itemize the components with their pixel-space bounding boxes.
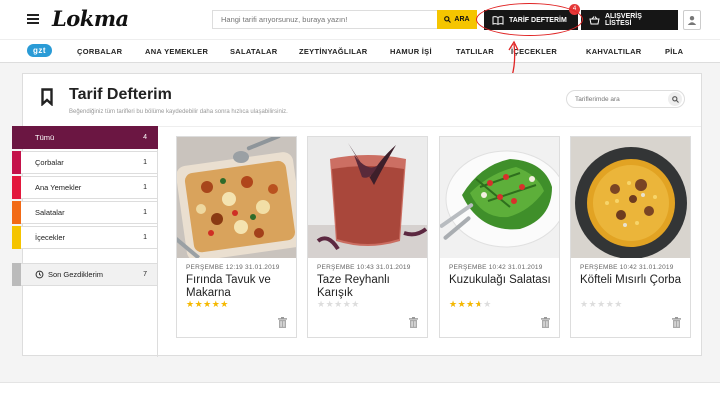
sidebar-item-label: Ana Yemekler xyxy=(35,183,82,192)
nav-item-zeytinyaglilar[interactable]: ZEYTİNYAĞLILAR xyxy=(299,47,368,56)
page-subtitle: Beğendiğiniz tüm tarifleri bu bölüme kay… xyxy=(69,109,288,115)
user-icon xyxy=(687,16,697,25)
category-color-bar xyxy=(12,151,21,174)
annotation-circle xyxy=(476,3,583,36)
tarif-defterim-panel: Tarif Defterim Beğendiğiniz tüm tarifler… xyxy=(12,73,702,357)
star-rating: ★★★★★ xyxy=(186,299,229,310)
delete-trash-icon[interactable] xyxy=(672,317,681,328)
recipe-image-baked-chicken-pasta[interactable] xyxy=(177,137,296,258)
star-rating-empty: ★★★★★ xyxy=(580,299,623,309)
search-button[interactable]: ARA xyxy=(437,10,477,29)
sidebar-item-corbalar[interactable]: Çorbalar 1 xyxy=(12,151,158,174)
site-logo[interactable]: Lokma xyxy=(52,6,129,31)
delete-trash-icon[interactable] xyxy=(541,317,550,328)
recipe-title[interactable]: Kuzukulağı Salatası xyxy=(449,274,554,287)
recipe-card[interactable]: PERŞEMBE 10:43 31.01.2019 Taze Reyhanlı … xyxy=(307,136,428,338)
nav-item-kahvaltilar[interactable]: KAHVALTILAR xyxy=(586,47,642,56)
sidebar-item-label: Tümü xyxy=(35,133,55,142)
recipe-card[interactable]: PERŞEMBE 10:42 31.01.2019 Köfteli Mısırl… xyxy=(570,136,691,338)
recipe-card[interactable]: PERŞEMBE 12:19 31.01.2019 Fırında Tavuk … xyxy=(176,136,297,338)
recipe-date: PERŞEMBE 12:19 31.01.2019 xyxy=(186,264,280,271)
delete-trash-icon[interactable] xyxy=(278,317,287,328)
sidebar-item-count: 1 xyxy=(143,184,147,191)
delete-trash-icon[interactable] xyxy=(409,317,418,328)
sidebar-item-label: Son Gezdiklerim xyxy=(48,270,104,279)
sidebar-item-tumu[interactable]: Tümü 4 xyxy=(12,126,158,149)
sidebar-item-label: Salatalar xyxy=(35,208,65,217)
page-title: Tarif Defterim xyxy=(69,86,172,103)
recipe-title[interactable]: Köfteli Mısırlı Çorba xyxy=(580,274,685,287)
star-rating-filled: ★★★★★ xyxy=(449,299,480,309)
search-input[interactable] xyxy=(212,10,437,29)
recipe-date: PERŞEMBE 10:43 31.01.2019 xyxy=(317,264,411,271)
star-rating: ★★★★★ xyxy=(580,299,623,310)
top-bar: Lokma ARA TARİF DEFTERİM 4 ALIŞVERİŞ LİS… xyxy=(0,0,720,39)
sidebar-item-count: 1 xyxy=(143,234,147,241)
sidebar-item-count: 1 xyxy=(143,209,147,216)
nav-item-corbalar[interactable]: ÇORBALAR xyxy=(77,47,122,56)
bookmark-icon xyxy=(41,88,53,106)
sidebar-item-son-gezdiklerim[interactable]: Son Gezdiklerim 7 xyxy=(12,263,158,286)
nav-item-salatalar[interactable]: SALATALAR xyxy=(230,47,277,56)
hamburger-menu-icon[interactable] xyxy=(27,14,39,24)
search-icon xyxy=(444,16,452,23)
category-color-bar xyxy=(12,126,21,149)
recipe-card[interactable]: PERŞEMBE 10:42 31.01.2019 Kuzukulağı Sal… xyxy=(439,136,560,338)
search-button-label: ARA xyxy=(454,16,470,23)
star-rating: ★★★★★ xyxy=(317,299,360,310)
star-rating-empty: ★★★★★ xyxy=(317,299,360,309)
category-nav: gzt ÇORBALAR ANA YEMEKLER SALATALAR ZEYT… xyxy=(0,39,720,63)
sidebar-item-count: 1 xyxy=(143,159,147,166)
recipe-date: PERŞEMBE 10:42 31.01.2019 xyxy=(449,264,543,271)
recipe-image-meatball-corn-soup[interactable] xyxy=(571,137,690,258)
category-color-bar xyxy=(12,176,21,199)
recipe-image-basil-drink[interactable] xyxy=(308,137,427,258)
recipe-title[interactable]: Taze Reyhanlı Karışık xyxy=(317,274,422,300)
shopping-list-button[interactable]: ALIŞVERİŞ LİSTESİ xyxy=(581,10,678,30)
history-icon xyxy=(35,270,44,279)
search-icon xyxy=(671,95,679,103)
category-color-bar xyxy=(12,226,21,249)
recipe-image-sorrel-salad[interactable] xyxy=(440,137,559,258)
category-color-bar xyxy=(12,201,21,224)
star-rating: ★★★★★ ★★★★★ xyxy=(449,299,492,310)
sidebar-item-ana-yemekler[interactable]: Ana Yemekler 1 xyxy=(12,176,158,199)
category-color-bar xyxy=(12,263,21,286)
nav-item-pilav[interactable]: PİLA xyxy=(665,47,683,56)
nav-item-hamur-isi[interactable]: HAMUR İŞİ xyxy=(390,47,432,56)
sidebar-item-icecekler[interactable]: İçecekler 1 xyxy=(12,226,158,249)
shopping-list-label: ALIŞVERİŞ LİSTESİ xyxy=(604,13,642,27)
recipes-search-button[interactable] xyxy=(668,92,682,106)
sidebar-item-count: 7 xyxy=(143,271,147,278)
sidebar-item-label: İçecekler xyxy=(35,233,66,242)
nav-item-ana-yemekler[interactable]: ANA YEMEKLER xyxy=(145,47,208,56)
star-rating-filled: ★★★★★ xyxy=(186,299,229,309)
shopping-basket-icon xyxy=(589,15,600,24)
recipe-date: PERŞEMBE 10:42 31.01.2019 xyxy=(580,264,674,271)
gzt-logo[interactable]: gzt xyxy=(27,44,52,57)
user-account-button[interactable] xyxy=(683,10,701,30)
recipe-title[interactable]: Fırında Tavuk ve Makarna xyxy=(186,274,291,300)
page-footer xyxy=(0,382,720,403)
sidebar-item-count: 4 xyxy=(143,134,147,141)
sidebar-item-label: Çorbalar xyxy=(35,158,64,167)
sidebar-item-salatalar[interactable]: Salatalar 1 xyxy=(12,201,158,224)
